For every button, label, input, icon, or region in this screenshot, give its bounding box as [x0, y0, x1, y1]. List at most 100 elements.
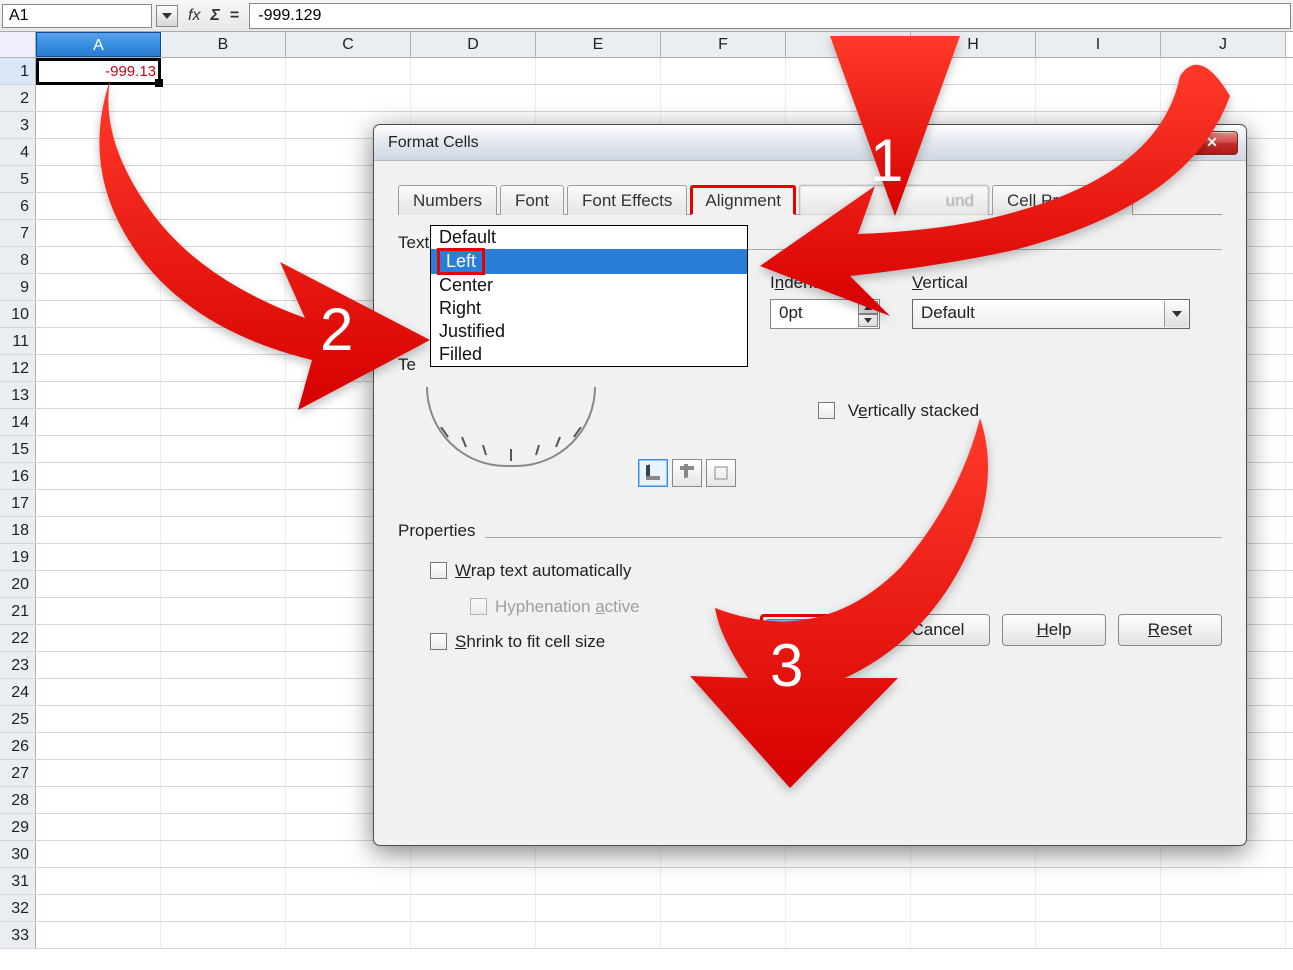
cell[interactable] — [36, 463, 161, 489]
option-justified[interactable]: Justified — [431, 320, 747, 343]
row-header[interactable]: 17 — [0, 490, 36, 516]
reset-button[interactable]: Reset — [1118, 614, 1222, 646]
dropdown-icon[interactable] — [1164, 301, 1188, 327]
row-header[interactable]: 6 — [0, 193, 36, 219]
cell[interactable] — [161, 193, 286, 219]
cell[interactable] — [911, 58, 1036, 84]
name-box[interactable]: A1 — [2, 4, 152, 28]
spin-down-icon[interactable] — [858, 314, 878, 327]
cell[interactable] — [36, 814, 161, 840]
cell[interactable] — [911, 895, 1036, 921]
row-header[interactable]: 13 — [0, 382, 36, 408]
row-header[interactable]: 1 — [0, 58, 36, 84]
cell[interactable] — [161, 274, 286, 300]
cell[interactable] — [161, 301, 286, 327]
cell[interactable] — [161, 247, 286, 273]
cell[interactable] — [161, 571, 286, 597]
cell[interactable] — [911, 868, 1036, 894]
cell[interactable] — [161, 355, 286, 381]
cell[interactable] — [1161, 868, 1286, 894]
cell[interactable] — [1036, 58, 1161, 84]
cell[interactable] — [161, 841, 286, 867]
row-header[interactable]: 23 — [0, 652, 36, 678]
cell[interactable] — [1161, 895, 1286, 921]
cell[interactable] — [36, 733, 161, 759]
cell[interactable] — [36, 895, 161, 921]
cell[interactable] — [36, 652, 161, 678]
cell[interactable] — [161, 409, 286, 435]
cell[interactable] — [36, 139, 161, 165]
row-header[interactable]: 11 — [0, 328, 36, 354]
cell[interactable] — [661, 58, 786, 84]
sigma-icon[interactable]: Σ — [210, 7, 219, 25]
cell[interactable] — [786, 85, 911, 111]
cell[interactable] — [911, 922, 1036, 948]
cell[interactable] — [286, 58, 411, 84]
tab-obscured[interactable]: und — [799, 185, 989, 215]
cell[interactable] — [36, 625, 161, 651]
ref-edge-3[interactable] — [706, 459, 736, 487]
row-header[interactable]: 7 — [0, 220, 36, 246]
column-header-F[interactable]: F — [661, 32, 786, 57]
row-header[interactable]: 29 — [0, 814, 36, 840]
cell[interactable] — [161, 868, 286, 894]
column-header-C[interactable]: C — [286, 32, 411, 57]
row-header[interactable]: 28 — [0, 787, 36, 813]
cell[interactable] — [36, 247, 161, 273]
row-header[interactable]: 3 — [0, 112, 36, 138]
row-header[interactable]: 31 — [0, 868, 36, 894]
cell[interactable] — [161, 436, 286, 462]
cell[interactable] — [161, 490, 286, 516]
cell[interactable] — [36, 355, 161, 381]
cell[interactable] — [161, 166, 286, 192]
cell[interactable] — [161, 139, 286, 165]
cell[interactable] — [161, 679, 286, 705]
row-header[interactable]: 24 — [0, 679, 36, 705]
cell[interactable] — [536, 58, 661, 84]
tab-font[interactable]: Font — [500, 185, 564, 215]
cell[interactable] — [161, 112, 286, 138]
row-header[interactable]: 9 — [0, 274, 36, 300]
cell[interactable] — [36, 436, 161, 462]
column-header-A[interactable]: A — [36, 32, 161, 57]
row-header[interactable]: 25 — [0, 706, 36, 732]
cell[interactable] — [1036, 868, 1161, 894]
cell[interactable] — [161, 598, 286, 624]
name-box-dropdown-button[interactable] — [156, 5, 178, 27]
cell[interactable] — [36, 274, 161, 300]
cell[interactable] — [1161, 922, 1286, 948]
cell[interactable] — [161, 220, 286, 246]
cell[interactable] — [536, 922, 661, 948]
tab-cell-protection[interactable]: Cell Protection — [992, 185, 1133, 215]
shrink-checkbox[interactable] — [430, 633, 447, 650]
cell[interactable] — [286, 922, 411, 948]
cell[interactable] — [536, 85, 661, 111]
cell[interactable] — [411, 58, 536, 84]
rotation-dial[interactable] — [426, 427, 596, 467]
help-button[interactable]: Help — [1002, 614, 1106, 646]
tab-alignment[interactable]: Alignment — [690, 185, 796, 215]
dialog-titlebar[interactable]: Format Cells ✕ — [374, 125, 1246, 161]
cell[interactable] — [786, 895, 911, 921]
cell[interactable] — [36, 544, 161, 570]
cell[interactable] — [411, 895, 536, 921]
spin-up-icon[interactable] — [858, 301, 878, 314]
cell[interactable] — [161, 706, 286, 732]
cell[interactable] — [36, 328, 161, 354]
cell[interactable] — [36, 571, 161, 597]
equals-icon[interactable]: = — [230, 7, 239, 25]
row-header[interactable]: 15 — [0, 436, 36, 462]
cell[interactable] — [36, 166, 161, 192]
select-all-corner[interactable] — [0, 32, 36, 57]
row-header[interactable]: 22 — [0, 625, 36, 651]
column-header-G[interactable]: G — [786, 32, 911, 57]
row-header[interactable]: 19 — [0, 544, 36, 570]
vertically-stacked-checkbox[interactable] — [818, 402, 835, 419]
cell[interactable] — [36, 193, 161, 219]
option-right[interactable]: Right — [431, 297, 747, 320]
cell[interactable] — [161, 895, 286, 921]
column-header-H[interactable]: H — [911, 32, 1036, 57]
vertical-combo[interactable]: Default — [912, 299, 1190, 329]
cell[interactable] — [36, 517, 161, 543]
cell[interactable] — [1036, 895, 1161, 921]
